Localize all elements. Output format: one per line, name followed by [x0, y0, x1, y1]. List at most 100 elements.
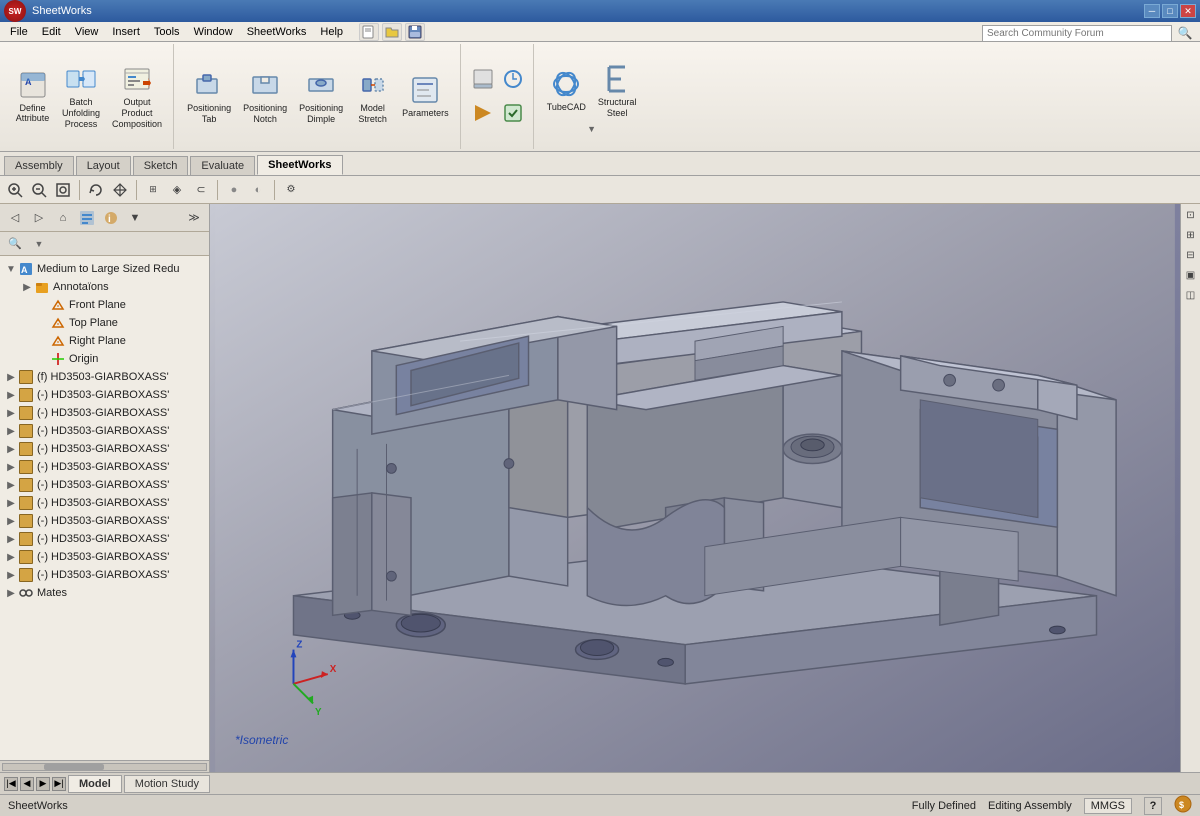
tree-item-annotations[interactable]: ▶ Annotaïons — [0, 278, 209, 296]
ft-properties-icon[interactable]: i — [100, 207, 122, 229]
rmt-view-5[interactable]: ◫ — [1182, 286, 1200, 304]
tree-item-comp11[interactable]: ▶ (-) HD3503-GIARBOXASS' — [0, 548, 209, 566]
tree-expand-comp12[interactable]: ▶ — [4, 570, 18, 581]
tree-expand-mates[interactable]: ▶ — [4, 588, 18, 599]
batch-unfolding-button[interactable]: Batch Unfolding Process — [57, 59, 105, 133]
tree-item-comp6[interactable]: ▶ (-) HD3503-GIARBOXASS' — [0, 458, 209, 476]
tree-expand-comp6[interactable]: ▶ — [4, 462, 18, 473]
ft-home-button[interactable]: ⌂ — [52, 207, 74, 229]
ft-filter-dropdown[interactable]: ▼ — [28, 233, 50, 255]
tree-expand-comp8[interactable]: ▶ — [4, 498, 18, 509]
tab-sheetworks[interactable]: SheetWorks — [257, 155, 342, 175]
menu-view[interactable]: View — [69, 24, 105, 40]
rmt-view-3[interactable]: ⊟ — [1182, 246, 1200, 264]
ft-filter-icon[interactable]: ▼ — [124, 207, 146, 229]
tubecad-button[interactable]: TubeCAD — [542, 64, 591, 117]
extra-btn-2[interactable] — [499, 65, 527, 95]
rmt-view-4[interactable]: ▣ — [1182, 266, 1200, 284]
tree-item-right-plane[interactable]: Right Plane — [0, 332, 209, 350]
tree-expand-comp9[interactable]: ▶ — [4, 516, 18, 527]
ft-filter-toggle[interactable]: 🔍 — [4, 233, 26, 255]
scene-button[interactable]: ◐ — [247, 179, 269, 201]
tree-item-comp8[interactable]: ▶ (-) HD3503-GIARBOXASS' — [0, 494, 209, 512]
menu-sheetworks[interactable]: SheetWorks — [241, 24, 313, 40]
positioning-tab-button[interactable]: Positioning Tab — [182, 65, 236, 129]
tree-item-comp7[interactable]: ▶ (-) HD3503-GIARBOXASS' — [0, 476, 209, 494]
display-style-button[interactable]: ◈ — [166, 179, 188, 201]
extra-btn-4[interactable] — [499, 99, 527, 129]
tree-expand-comp7[interactable]: ▶ — [4, 480, 18, 491]
tree-item-top-plane[interactable]: Top Plane — [0, 314, 209, 332]
view-orientation-button[interactable]: ⊞ — [142, 179, 164, 201]
tree-expand-comp10[interactable]: ▶ — [4, 534, 18, 545]
scrollbar-thumb[interactable] — [44, 764, 105, 770]
zoom-out-button[interactable] — [28, 179, 50, 201]
tree-item-comp1[interactable]: ▶ (f) HD3503-GIARBOXASS' — [0, 368, 209, 386]
menu-window[interactable]: Window — [188, 24, 239, 40]
bottom-tab-model[interactable]: Model — [68, 775, 122, 793]
menu-edit[interactable]: Edit — [36, 24, 67, 40]
extra-btn-1[interactable] — [469, 65, 497, 95]
tree-item-comp4[interactable]: ▶ (-) HD3503-GIARBOXASS' — [0, 422, 209, 440]
ft-expand-button[interactable]: ≫ — [183, 207, 205, 229]
menu-insert[interactable]: Insert — [106, 24, 146, 40]
section-view-button[interactable]: ⊂ — [190, 179, 212, 201]
positioning-notch-button[interactable]: Positioning Notch — [238, 65, 292, 129]
zoom-fit-button[interactable] — [52, 179, 74, 201]
tree-item-comp12[interactable]: ▶ (-) HD3503-GIARBOXASS' — [0, 566, 209, 584]
tab-layout[interactable]: Layout — [76, 156, 131, 175]
toolbar-save[interactable] — [405, 23, 425, 41]
tab-assembly[interactable]: Assembly — [4, 156, 74, 175]
rotate-button[interactable] — [85, 179, 107, 201]
tree-expand-comp2[interactable]: ▶ — [4, 390, 18, 401]
tree-item-comp10[interactable]: ▶ (-) HD3503-GIARBOXASS' — [0, 530, 209, 548]
parameters-button[interactable]: Parameters — [397, 70, 454, 123]
tree-item-front-plane[interactable]: Front Plane — [0, 296, 209, 314]
tree-item-comp9[interactable]: ▶ (-) HD3503-GIARBOXASS' — [0, 512, 209, 530]
positioning-dimple-button[interactable]: Positioning Dimple — [294, 65, 348, 129]
status-help-button[interactable]: ? — [1144, 797, 1162, 815]
appearance-button[interactable]: ● — [223, 179, 245, 201]
rmt-view-1[interactable]: ⊡ — [1182, 206, 1200, 224]
define-attribute-button[interactable]: A Define Attribute — [10, 65, 55, 129]
pan-button[interactable] — [109, 179, 131, 201]
restore-button[interactable]: □ — [1162, 4, 1178, 18]
tab-sketch[interactable]: Sketch — [133, 156, 189, 175]
model-stretch-button[interactable]: Model Stretch — [350, 65, 395, 129]
ft-back-button[interactable]: ◁ — [4, 207, 26, 229]
minimize-button[interactable]: ─ — [1144, 4, 1160, 18]
search-button[interactable]: 🔍 — [1174, 22, 1196, 44]
tree-expand-comp3[interactable]: ▶ — [4, 408, 18, 419]
close-button[interactable]: ✕ — [1180, 4, 1196, 18]
tree-item-comp3[interactable]: ▶ (-) HD3503-GIARBOXASS' — [0, 404, 209, 422]
menu-help[interactable]: Help — [314, 24, 349, 40]
rmt-view-2[interactable]: ⊞ — [1182, 226, 1200, 244]
extra-btn-3[interactable] — [469, 99, 497, 129]
zoom-in-button[interactable] — [4, 179, 26, 201]
tree-item-origin[interactable]: Origin — [0, 350, 209, 368]
menu-file[interactable]: File — [4, 24, 34, 40]
tree-expand-root[interactable]: ▼ — [4, 264, 18, 275]
tree-expand-comp4[interactable]: ▶ — [4, 426, 18, 437]
tab-evaluate[interactable]: Evaluate — [190, 156, 255, 175]
bottom-tab-motion-study[interactable]: Motion Study — [124, 775, 210, 793]
menu-tools[interactable]: Tools — [148, 24, 186, 40]
tubecad-dropdown-arrow[interactable]: ▼ — [587, 124, 596, 134]
tree-item-mates[interactable]: ▶ Mates — [0, 584, 209, 602]
tree-expand-comp1[interactable]: ▶ — [4, 372, 18, 383]
ft-forward-button[interactable]: ▷ — [28, 207, 50, 229]
tree-item-comp2[interactable]: ▶ (-) HD3503-GIARBOXASS' — [0, 386, 209, 404]
output-product-button[interactable]: Output Product Composition — [107, 59, 167, 133]
toolbar-new[interactable] — [359, 23, 379, 41]
bottom-nav-next[interactable]: ▶ — [36, 777, 50, 791]
tree-expand-comp11[interactable]: ▶ — [4, 552, 18, 563]
view-settings-button[interactable]: ⚙ — [280, 179, 302, 201]
viewport[interactable]: Z X Y *Isometric — [210, 204, 1180, 772]
bottom-nav-first[interactable]: |◀ — [4, 777, 18, 791]
tree-root[interactable]: ▼ A Medium to Large Sized Redu — [0, 260, 209, 278]
bottom-nav-prev[interactable]: ◀ — [20, 777, 34, 791]
structural-steel-button[interactable]: Structural Steel — [593, 59, 642, 123]
search-input[interactable] — [982, 25, 1172, 42]
ft-tree-icon[interactable] — [76, 207, 98, 229]
bottom-nav-last[interactable]: ▶| — [52, 777, 66, 791]
